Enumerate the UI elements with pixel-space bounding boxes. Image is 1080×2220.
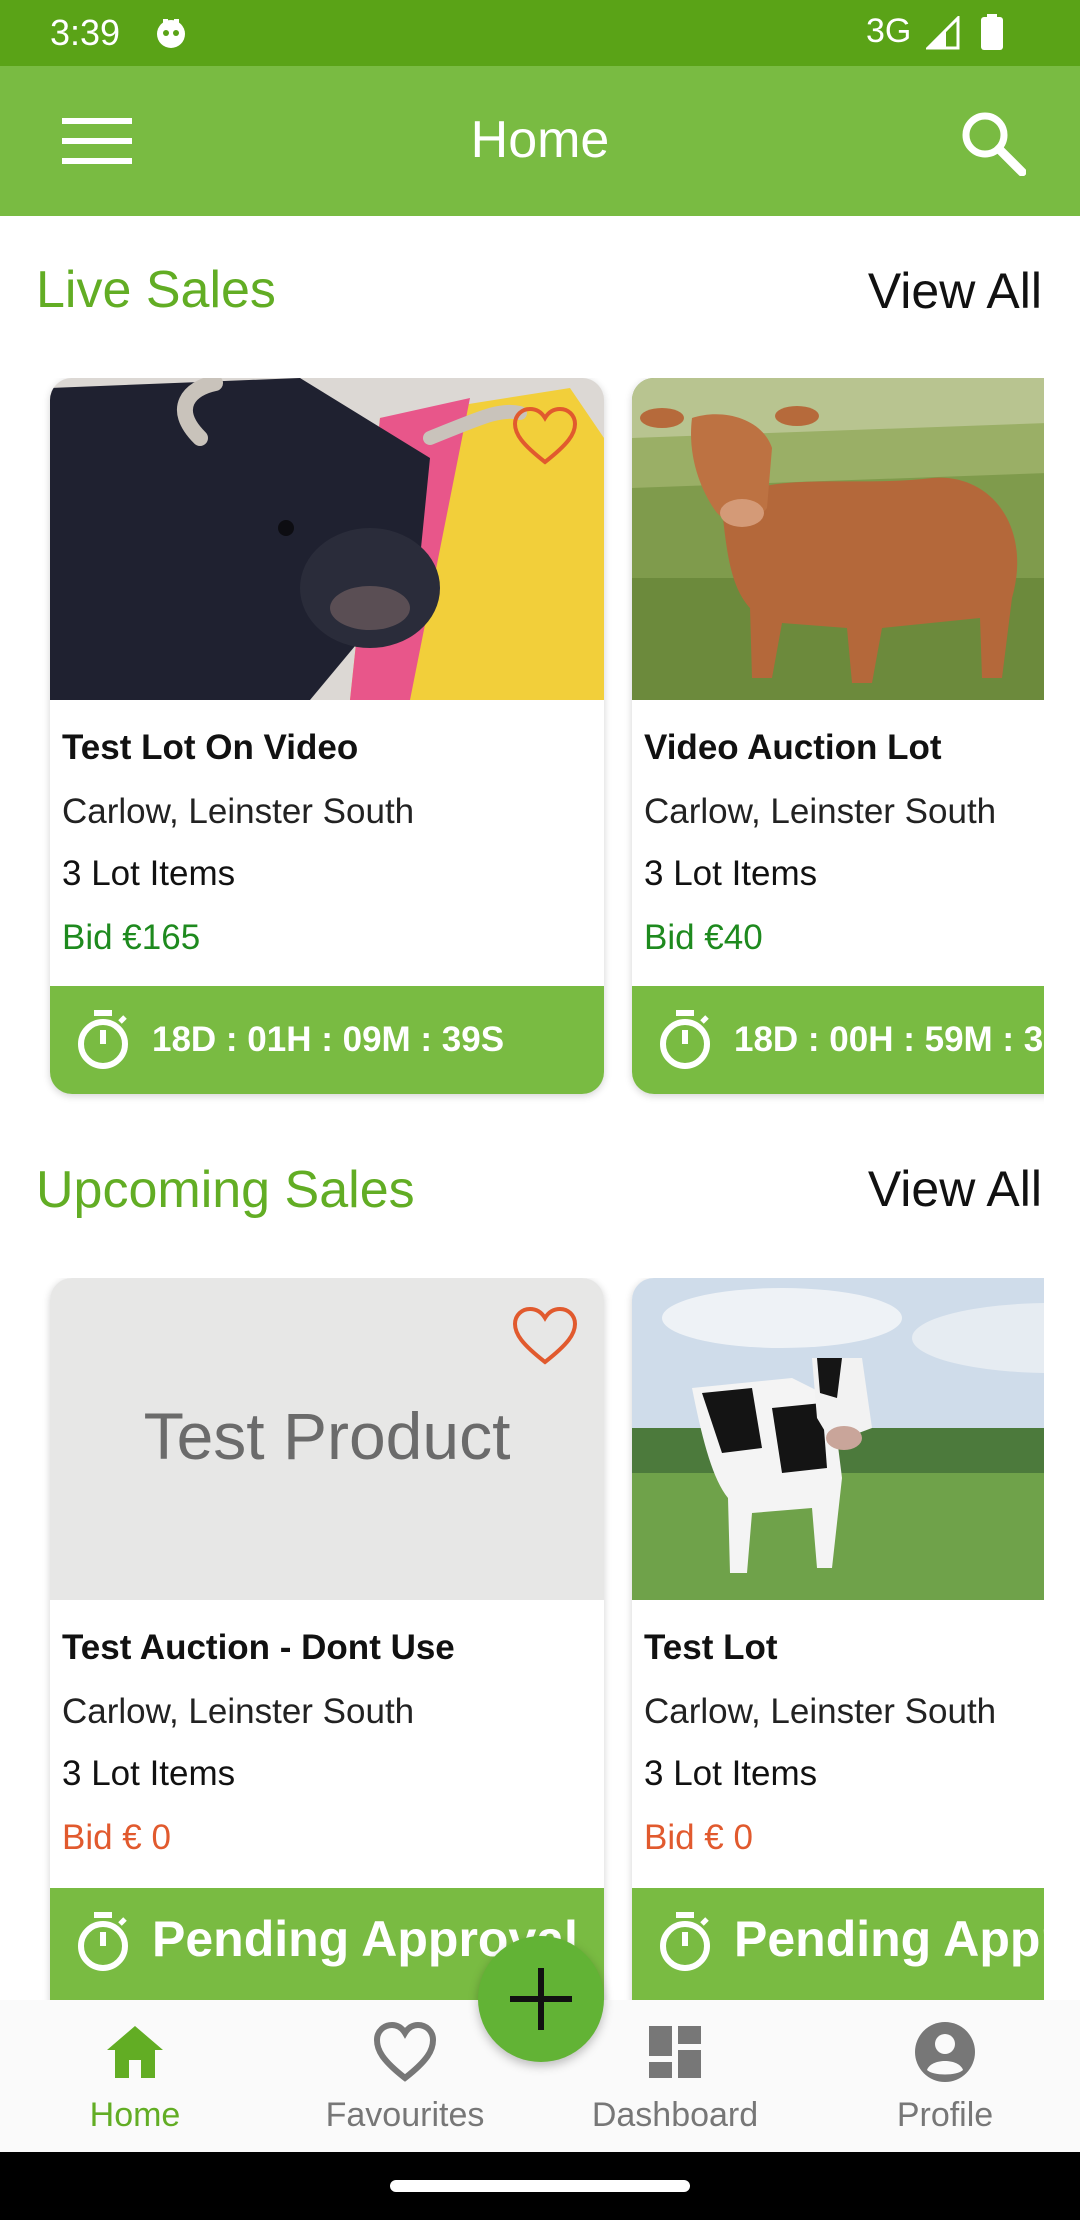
upcoming-sales-view-all-link[interactable]: View All xyxy=(868,1160,1042,1218)
lot-image: Test Product xyxy=(50,1278,604,1600)
lot-location: Carlow, Leinster South xyxy=(644,792,997,831)
stopwatch-icon xyxy=(78,1010,128,1069)
app-notification-icon xyxy=(157,19,185,48)
lot-image xyxy=(632,378,1044,700)
holstein-cow-photo xyxy=(632,1278,1044,1600)
upcoming-sale-card[interactable]: Test Product Test Auction - Dont Use Car… xyxy=(50,1278,604,2000)
battery-icon xyxy=(981,14,1003,50)
countdown-text: 18D : 01H : 09M : 39S xyxy=(152,1020,505,1059)
brown-cow-photo xyxy=(632,378,1044,700)
upcoming-sale-card[interactable]: Test Lot Carlow, Leinster South 3 Lot It… xyxy=(632,1278,1044,2000)
heart-icon xyxy=(373,2021,437,2082)
status-text: Pending Approval xyxy=(734,1911,1044,1967)
nav-label-dashboard: Dashboard xyxy=(591,2096,759,2134)
live-sales-title: Live Sales xyxy=(36,261,276,319)
live-sales-view-all-link[interactable]: View All xyxy=(868,262,1042,320)
live-sales-carousel[interactable]: Test Lot On Video Carlow, Leinster South… xyxy=(38,378,1044,1108)
nav-label-home: Home xyxy=(89,2096,181,2134)
lot-image xyxy=(632,1278,1044,1600)
dashboard-icon xyxy=(649,2026,701,2078)
lot-location: Carlow, Leinster South xyxy=(62,792,415,831)
status-bar: 3:39 3G xyxy=(0,0,1080,66)
countdown-bar: 18D : 00H : 59M : 39S xyxy=(632,986,1044,1094)
nav-label-profile: Profile xyxy=(896,2096,994,2134)
add-button[interactable] xyxy=(478,1936,604,2062)
lot-title: Video Auction Lot xyxy=(644,728,942,767)
upcoming-sales-carousel[interactable]: Test Product Test Auction - Dont Use Car… xyxy=(38,1278,1044,2000)
countdown-bar: 18D : 01H : 09M : 39S xyxy=(50,986,604,1094)
lot-item-count: 3 Lot Items xyxy=(62,854,236,893)
lot-bid: Bid € 0 xyxy=(62,1818,171,1857)
signal-icon xyxy=(926,16,960,50)
lot-location: Carlow, Leinster South xyxy=(62,1692,415,1731)
favourite-heart-icon[interactable] xyxy=(512,406,578,466)
plus-icon xyxy=(510,1968,572,2030)
home-icon xyxy=(107,2026,163,2078)
favourite-heart-icon[interactable] xyxy=(512,1306,578,1366)
network-type: 3G xyxy=(866,12,912,50)
live-sale-card[interactable]: Video Auction Lot Carlow, Leinster South… xyxy=(632,378,1044,1094)
upcoming-sales-title: Upcoming Sales xyxy=(36,1161,415,1219)
lot-location: Carlow, Leinster South xyxy=(644,1692,997,1731)
placeholder-image-text: Test Product xyxy=(143,1399,511,1473)
stopwatch-icon xyxy=(78,1912,128,1971)
app-bar: Home xyxy=(0,66,1080,216)
page-title: Home xyxy=(470,111,610,169)
lot-item-count: 3 Lot Items xyxy=(644,1754,818,1793)
lot-title: Test Lot On Video xyxy=(62,728,359,767)
nav-item-profile[interactable]: Profile xyxy=(810,2000,1080,2152)
lot-item-count: 3 Lot Items xyxy=(62,1754,236,1793)
system-navigation-bar xyxy=(0,2152,1080,2220)
lot-bid: Bid € 0 xyxy=(644,1818,753,1857)
status-bar-pending: Pending Approval xyxy=(632,1888,1044,2000)
status-time: 3:39 xyxy=(50,12,121,53)
search-icon[interactable] xyxy=(960,110,1026,176)
lot-bid: Bid €165 xyxy=(62,918,201,957)
lot-title: Test Lot xyxy=(644,1628,778,1667)
countdown-text: 18D : 00H : 59M : 39S xyxy=(734,1020,1044,1059)
live-sale-card[interactable]: Test Lot On Video Carlow, Leinster South… xyxy=(50,378,604,1094)
stopwatch-icon xyxy=(660,1912,710,1971)
lot-bid: Bid €40 xyxy=(644,918,763,957)
lot-image xyxy=(50,378,604,700)
stopwatch-icon xyxy=(660,1010,710,1069)
lot-item-count: 3 Lot Items xyxy=(644,854,818,893)
nav-label-favourites: Favourites xyxy=(325,2096,485,2134)
gesture-home-handle[interactable] xyxy=(390,2180,690,2192)
nav-item-home[interactable]: Home xyxy=(0,2000,270,2152)
profile-icon xyxy=(915,2022,975,2082)
lot-title: Test Auction - Dont Use xyxy=(62,1628,455,1667)
